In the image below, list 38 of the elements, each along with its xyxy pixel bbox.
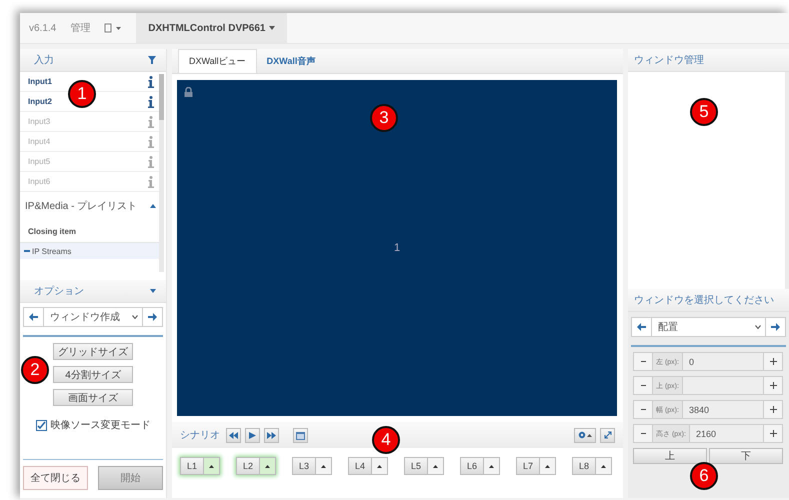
number-field[interactable]: 3840 bbox=[682, 401, 764, 418]
layer-button[interactable]: L7 bbox=[516, 457, 540, 475]
device-dropdown[interactable]: DXHTMLControl DVP661 bbox=[136, 13, 288, 43]
streams-label[interactable]: IP Streams bbox=[32, 246, 72, 256]
playlist-title: IP&Media - プレイリスト bbox=[25, 200, 138, 213]
action-button[interactable]: 全て閉じる bbox=[23, 466, 88, 490]
number-field[interactable]: 0 bbox=[682, 353, 764, 370]
size-button[interactable]: 4分割サイズ bbox=[53, 366, 133, 383]
checkbox-label: 映像ソース変更モード bbox=[50, 418, 150, 432]
layer-button[interactable]: L1 bbox=[180, 457, 204, 475]
layer-control[interactable]: L5 bbox=[404, 457, 444, 475]
layer-control[interactable]: L8 bbox=[572, 457, 612, 475]
tab[interactable]: DXWallビュー bbox=[178, 49, 257, 73]
layer-control[interactable]: L1 bbox=[180, 457, 220, 475]
layer-button[interactable]: L2 bbox=[236, 457, 260, 475]
layer-control[interactable]: L2 bbox=[236, 457, 276, 475]
layer-button[interactable]: L8 bbox=[572, 457, 596, 475]
layer-button[interactable]: L4 bbox=[348, 457, 372, 475]
version-label: v6.1.4 bbox=[29, 22, 56, 34]
scenario-label: シナリオ bbox=[180, 429, 220, 442]
layer-button[interactable]: L5 bbox=[404, 457, 428, 475]
order-button[interactable]: 上 bbox=[633, 448, 707, 464]
panel-title: ウィンドウを選択してください bbox=[634, 294, 774, 307]
size-button[interactable]: グリッドサイズ bbox=[53, 343, 133, 360]
layer-button[interactable]: L6 bbox=[460, 457, 484, 475]
size-button[interactable]: 画面サイズ bbox=[53, 389, 133, 406]
layer-control[interactable]: L4 bbox=[348, 457, 388, 475]
number-field[interactable]: 2160 bbox=[688, 425, 764, 442]
panel-title: 入力 bbox=[34, 54, 54, 67]
tab[interactable]: DXWall音声 bbox=[256, 49, 326, 73]
layer-control[interactable]: L7 bbox=[516, 457, 556, 475]
panel-title: オプション bbox=[34, 284, 84, 298]
screen-number: 1 bbox=[394, 242, 400, 254]
layer-control[interactable]: L3 bbox=[292, 457, 332, 475]
layer-control[interactable]: L6 bbox=[460, 457, 500, 475]
order-button[interactable]: 下 bbox=[709, 448, 783, 464]
panel-title: ウィンドウ管理 bbox=[634, 54, 704, 67]
layer-button[interactable]: L3 bbox=[292, 457, 316, 475]
